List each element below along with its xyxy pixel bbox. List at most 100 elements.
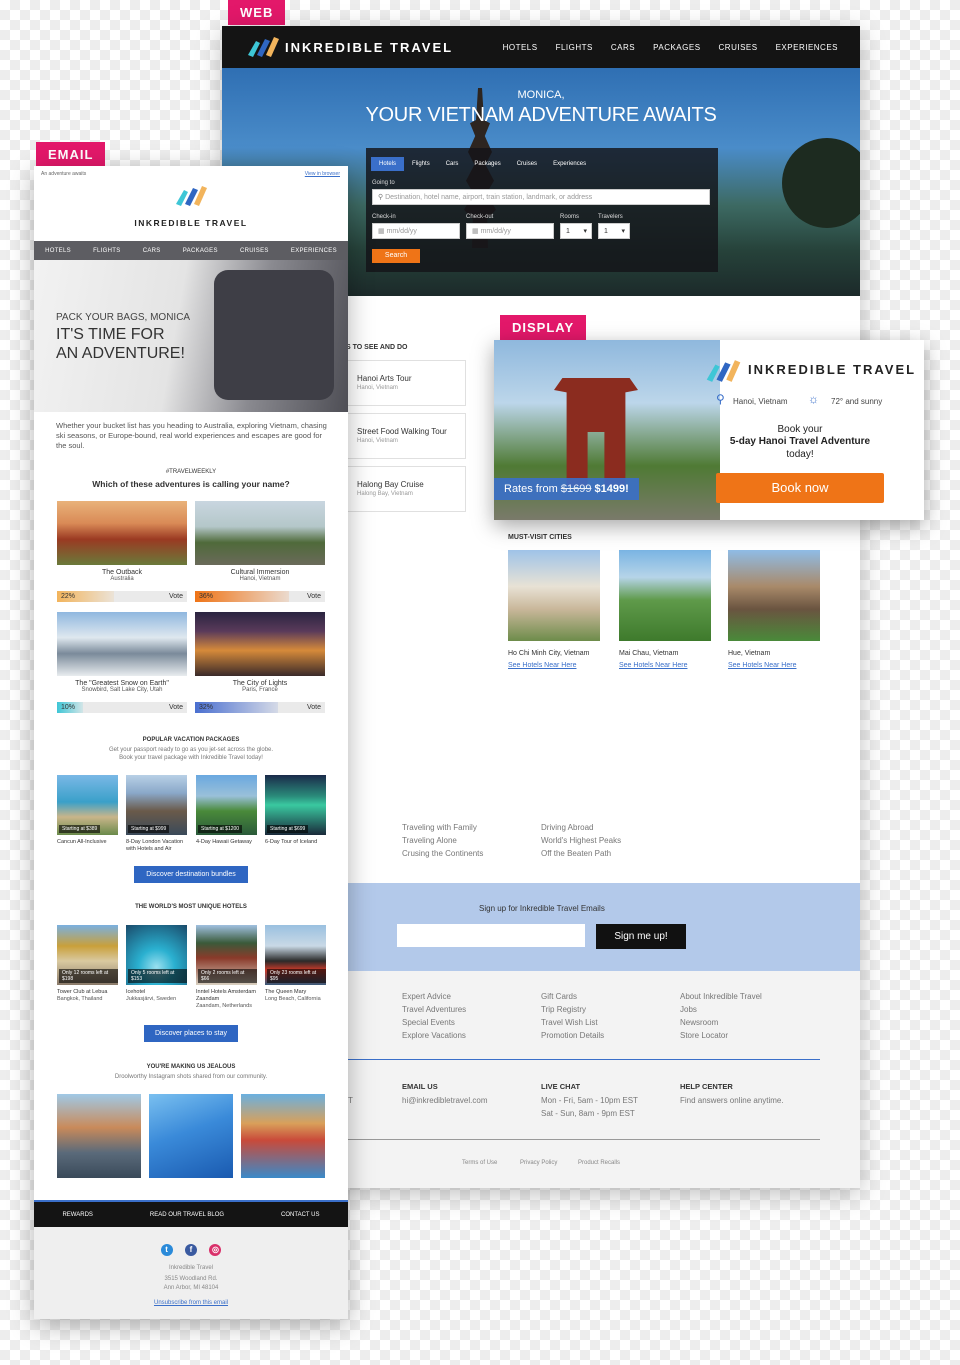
vote-button[interactable]: Vote — [307, 593, 321, 600]
article-link[interactable]: Traveling Alone — [402, 836, 457, 845]
footer-link[interactable]: Jobs — [680, 1005, 697, 1014]
web-brand-name[interactable]: INKREDIBLE TRAVEL — [285, 40, 453, 55]
tab-cars[interactable]: Cars — [438, 157, 467, 171]
things-item[interactable]: Halong Bay Cruise Halong Bay, Vietnam — [346, 466, 466, 512]
view-in-browser-link[interactable]: View in browser — [305, 171, 340, 177]
email-nav-cars[interactable]: CARS — [143, 248, 161, 254]
package-card[interactable]: Starting at $1200 4-Day Hawaii Getaway — [196, 775, 257, 846]
travelers-select[interactable]: 1 ▾ — [598, 223, 630, 239]
email-nav-experiences[interactable]: EXPERIENCES — [291, 248, 337, 254]
discover-places-button[interactable]: Discover places to stay — [144, 1025, 238, 1042]
help-center-text[interactable]: Find answers online anytime. — [680, 1096, 784, 1105]
tab-cruises[interactable]: Cruises — [509, 157, 545, 171]
tab-hotels[interactable]: Hotels — [371, 157, 405, 171]
footer-link[interactable]: Newsroom — [680, 1018, 718, 1027]
email-nav-packages[interactable]: PACKAGES — [183, 248, 218, 254]
display-tag: DISPLAY — [500, 315, 587, 340]
checkout-input[interactable]: ▦ mm/dd/yy — [466, 223, 554, 239]
vote-button[interactable]: Vote — [169, 593, 183, 600]
things-item[interactable]: Hanoi Arts Tour Hanoi, Vietnam — [346, 360, 466, 406]
tab-flights[interactable]: Flights — [404, 157, 438, 171]
city-hotels-link[interactable]: See Hotels Near Here — [619, 662, 711, 669]
footer-link[interactable]: Promotion Details — [541, 1031, 604, 1040]
city-card[interactable]: Hue, Vietnam See Hotels Near Here — [728, 550, 820, 669]
travel-blog-link[interactable]: READ OUR TRAVEL BLOG — [150, 1212, 224, 1218]
hotel-card[interactable]: Only 5 rooms left at $153 Icehotel Jukka… — [126, 925, 187, 1003]
footer-link[interactable]: Gift Cards — [541, 992, 577, 1001]
discover-bundles-button[interactable]: Discover destination bundles — [134, 866, 248, 883]
email-nav-flights[interactable]: FLIGHTS — [93, 248, 120, 254]
article-link[interactable]: World's Highest Peaks — [541, 836, 621, 845]
footer-link[interactable]: Trip Registry — [541, 1005, 586, 1014]
footer-link[interactable]: About Inkredible Travel — [680, 992, 762, 1001]
destination-input[interactable]: ⚲ Destination, hotel name, airport, trai… — [372, 189, 710, 205]
footer-link[interactable]: Special Events — [402, 1018, 455, 1027]
display-ad[interactable]: Rates from $1699 $1499! INKREDIBLE TRAVE… — [494, 340, 924, 520]
email-nav-cruises[interactable]: CRUISES — [240, 248, 269, 254]
facebook-icon[interactable]: f — [185, 1244, 197, 1256]
web-nav-experiences[interactable]: EXPERIENCES — [776, 43, 838, 52]
vote-bar[interactable]: 10% Vote — [57, 702, 187, 713]
book-now-button[interactable]: Book now — [716, 473, 884, 503]
hotel-card[interactable]: Only 2 rooms left at $66 Inntel Hotels A… — [196, 925, 257, 1010]
hotel-card[interactable]: Only 23 rooms left at $95 The Queen Mary… — [265, 925, 326, 1003]
checkin-input[interactable]: ▦ mm/dd/yy — [372, 223, 460, 239]
package-card[interactable]: Starting at $699 6-Day Tour of Iceland — [265, 775, 326, 846]
article-link[interactable]: Traveling with Family — [402, 823, 477, 832]
hotel-title: Tower Club at Lebua — [57, 989, 108, 995]
web-nav-flights[interactable]: FLIGHTS — [556, 43, 593, 52]
terms-link[interactable]: Terms of Use — [462, 1160, 497, 1166]
hotel-image: Only 2 rooms left at $66 — [196, 925, 257, 985]
tab-packages[interactable]: Packages — [466, 157, 508, 171]
article-link[interactable]: Driving Abroad — [541, 823, 593, 832]
packages-sub: Get your passport ready to go as you jet… — [108, 747, 274, 753]
instagram-photo[interactable] — [57, 1094, 141, 1178]
tab-experiences[interactable]: Experiences — [545, 157, 594, 171]
hotel-title: Inntel Hotels Amsterdam Zaandam — [196, 989, 256, 1003]
email-us-address[interactable]: hi@inkredibletravel.com — [402, 1096, 488, 1105]
hotel-card[interactable]: Only 12 rooms left at $198 Tower Club at… — [57, 925, 118, 1003]
city-hotels-link[interactable]: See Hotels Near Here — [508, 662, 600, 669]
footer-link[interactable]: Expert Advice — [402, 992, 451, 1001]
city-hotels-link[interactable]: See Hotels Near Here — [728, 662, 820, 669]
footer-link[interactable]: Travel Wish List — [541, 1018, 598, 1027]
adventure-card[interactable]: Cultural Immersion Hanoi, Vietnam — [195, 501, 325, 582]
recalls-link[interactable]: Product Recalls — [578, 1160, 620, 1166]
adventure-card[interactable]: The "Greatest Snow on Earth" Snowbird, S… — [57, 612, 187, 693]
calendar-icon: ▦ — [472, 228, 479, 235]
unsubscribe-link[interactable]: Unsubscribe from this email — [34, 1300, 348, 1306]
web-nav-hotels[interactable]: HOTELS — [503, 43, 538, 52]
web-nav-cars[interactable]: CARS — [611, 43, 635, 52]
package-card[interactable]: Starting at $389 Cancun All-Inclusive — [57, 775, 118, 846]
vote-bar[interactable]: 22% Vote — [57, 591, 187, 602]
package-card[interactable]: Starting at $999 8-Day London Vacation w… — [126, 775, 187, 853]
vote-bar[interactable]: 32% Vote — [195, 702, 325, 713]
privacy-link[interactable]: Privacy Policy — [520, 1160, 557, 1166]
rooms-select[interactable]: 1 ▾ — [560, 223, 592, 239]
article-link[interactable]: Crusing the Continents — [402, 849, 483, 858]
twitter-icon[interactable]: t — [160, 1244, 173, 1256]
things-item[interactable]: Street Food Walking Tour Hanoi, Vietnam — [346, 413, 466, 459]
signup-email-input[interactable] — [397, 924, 585, 947]
city-card[interactable]: Mai Chau, Vietnam See Hotels Near Here — [619, 550, 711, 669]
city-card[interactable]: Ho Chi Minh City, Vietnam See Hotels Nea… — [508, 550, 600, 669]
search-button[interactable]: Search — [372, 249, 420, 263]
vote-bar[interactable]: 36% Vote — [195, 591, 325, 602]
signup-button[interactable]: Sign me up! — [596, 924, 686, 949]
vote-button[interactable]: Vote — [307, 704, 321, 711]
web-nav-cruises[interactable]: CRUISES — [719, 43, 758, 52]
instagram-photo[interactable] — [149, 1094, 233, 1178]
adventure-card[interactable]: The Outback Australia — [57, 501, 187, 582]
article-link[interactable]: Off the Beaten Path — [541, 849, 611, 858]
contact-us-link[interactable]: CONTACT US — [281, 1212, 319, 1218]
footer-link[interactable]: Travel Adventures — [402, 1005, 466, 1014]
web-nav-packages[interactable]: PACKAGES — [653, 43, 700, 52]
instagram-icon[interactable]: ◎ — [209, 1244, 222, 1256]
email-nav-hotels[interactable]: HOTELS — [45, 248, 71, 254]
footer-link[interactable]: Explore Vacations — [402, 1031, 466, 1040]
footer-link[interactable]: Store Locator — [680, 1031, 728, 1040]
instagram-photo[interactable] — [241, 1094, 325, 1178]
adventure-card[interactable]: The City of Lights Paris, France — [195, 612, 325, 693]
rewards-link[interactable]: REWARDS — [62, 1212, 92, 1218]
vote-button[interactable]: Vote — [169, 704, 183, 711]
